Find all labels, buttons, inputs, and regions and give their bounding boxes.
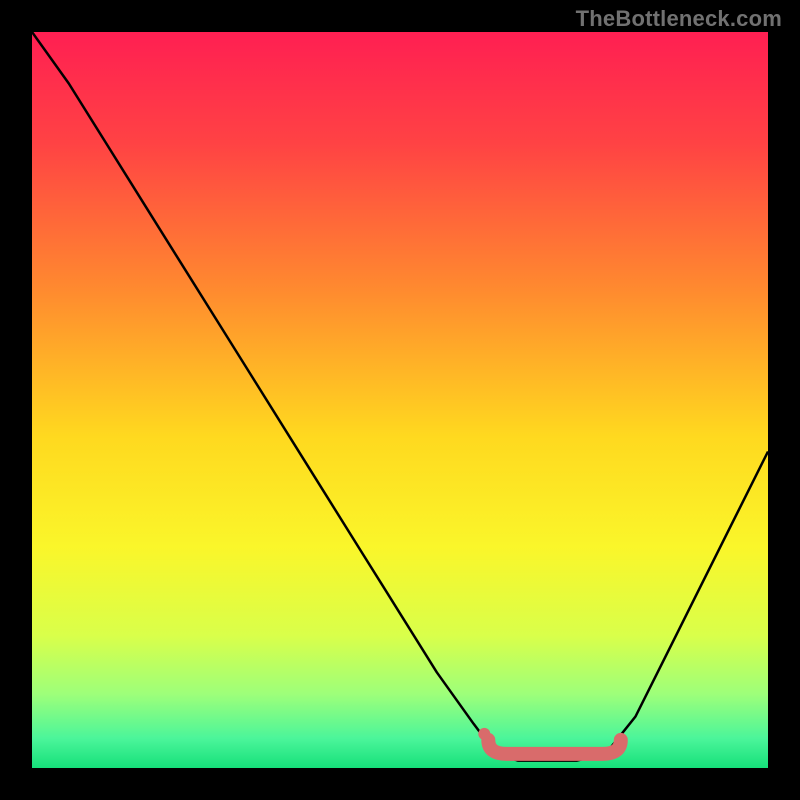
chart-svg [32,32,768,768]
highlight-dot [478,728,490,740]
plot-area [32,32,768,768]
chart-frame: TheBottleneck.com [0,0,800,800]
gradient-background [32,32,768,768]
watermark-text: TheBottleneck.com [576,6,782,32]
